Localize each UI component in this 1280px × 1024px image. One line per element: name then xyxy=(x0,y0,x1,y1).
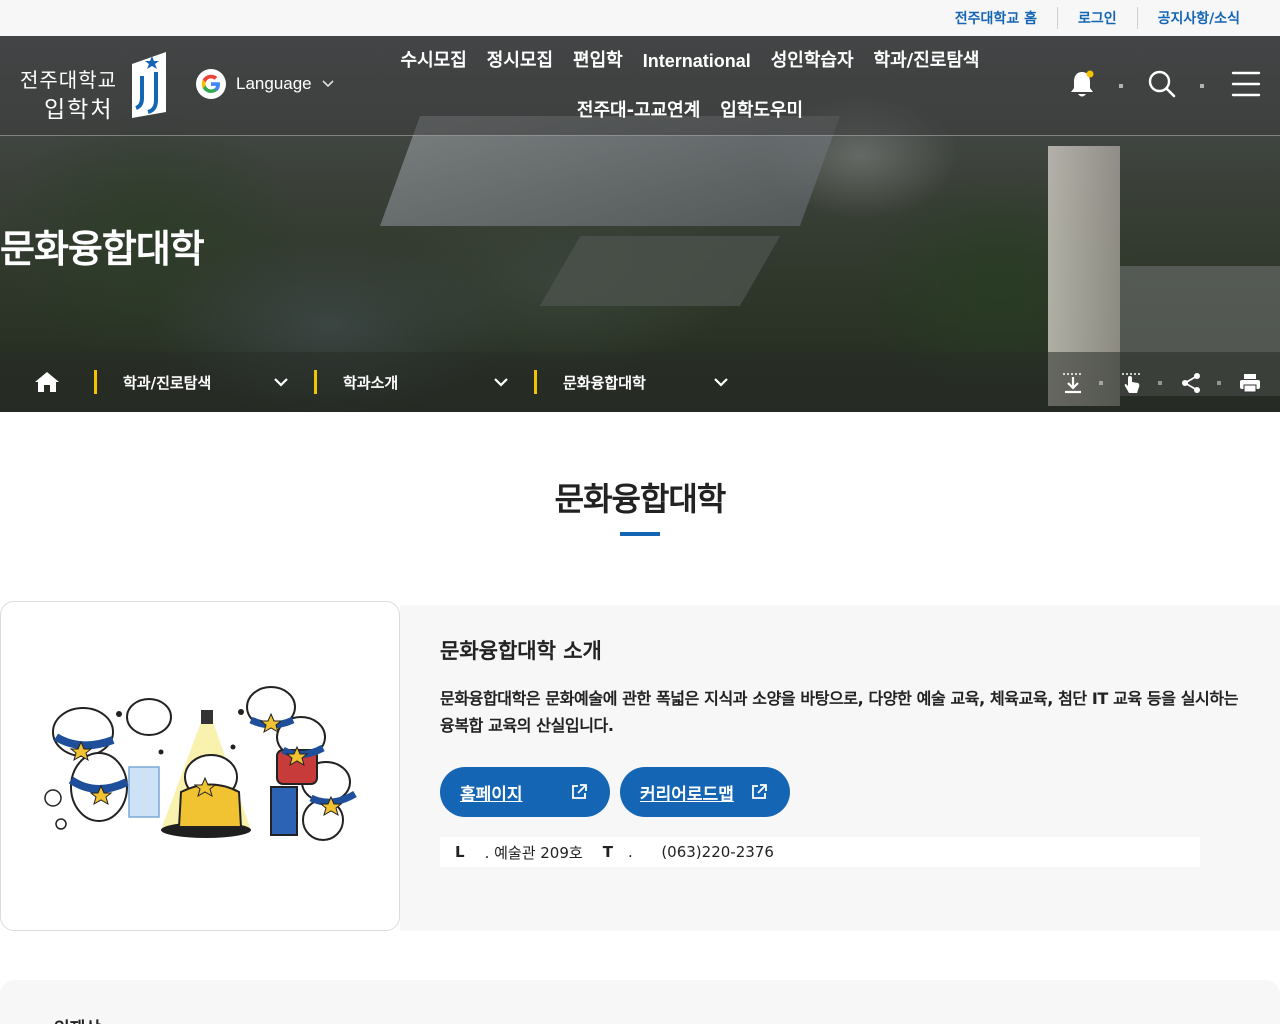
google-icon xyxy=(196,69,226,99)
external-link-icon xyxy=(752,784,767,799)
bell-icon[interactable] xyxy=(1066,66,1098,102)
breadcrumb-divider xyxy=(314,370,317,394)
logo-line-1: 전주대학교 xyxy=(20,68,117,92)
location-key: L xyxy=(455,843,465,861)
menu-transfer[interactable]: 편입학 xyxy=(573,46,623,76)
chevron-down-icon xyxy=(274,378,288,387)
breadcrumb-item-dept-intro[interactable]: 학과소개 xyxy=(314,366,509,398)
college-illustration xyxy=(0,601,400,931)
menu-adult-learner[interactable]: 성인학습자 xyxy=(771,46,854,76)
chevron-down-icon xyxy=(714,378,728,387)
hero-title: 문화융합대학 xyxy=(0,227,205,271)
divider xyxy=(1119,84,1123,88)
menu-major-explore[interactable]: 학과/진로탐색 xyxy=(874,46,980,76)
page-title: 문화융합대학 xyxy=(554,480,727,518)
breadcrumb-item-major-explore[interactable]: 학과/진로탐색 xyxy=(94,366,289,398)
breadcrumb-divider xyxy=(534,370,537,394)
divider xyxy=(1158,381,1162,385)
share-icon[interactable] xyxy=(1180,372,1202,398)
hero-banner: 전주대학교 입학처 Language 수시모집 정시모집 편입학 Interna… xyxy=(0,36,1280,412)
divider xyxy=(1099,381,1103,385)
homepage-button-label: 홈페이지 xyxy=(460,784,523,805)
contact-info: L . 예술관 209호 T . (063)220-2376 xyxy=(440,837,1200,867)
breadcrumb-item-college[interactable]: 문화융합대학 xyxy=(534,366,729,398)
print-icon[interactable] xyxy=(1239,372,1261,398)
career-roadmap-button-label: 커리어로드맵 xyxy=(640,784,734,805)
menu-international[interactable]: International xyxy=(643,46,751,76)
menu-jeongsi[interactable]: 정시모집 xyxy=(487,46,553,76)
jj-logo-icon xyxy=(132,52,166,118)
zoom-out-icon[interactable] xyxy=(1061,372,1085,398)
global-nav: 전주대학교 입학처 Language 수시모집 정시모집 편입학 Interna… xyxy=(0,36,1280,136)
login-link[interactable]: 로그인 xyxy=(1058,8,1137,28)
search-icon[interactable] xyxy=(1144,66,1180,102)
breadcrumb-label: 학과/진로탐색 xyxy=(123,373,212,392)
breadcrumb-label: 학과소개 xyxy=(343,373,399,392)
talent-section: 인재상 xyxy=(0,980,1280,1024)
breadcrumb-label: 문화융합대학 xyxy=(563,373,646,392)
home-icon[interactable] xyxy=(34,370,60,398)
hero-photo-field xyxy=(539,236,781,306)
hamburger-menu-icon[interactable] xyxy=(1228,66,1264,102)
language-selector[interactable]: Language xyxy=(196,69,334,99)
breadcrumb-bar: 학과/진로탐색 학과소개 문화융합대학 xyxy=(0,352,1280,412)
career-roadmap-button[interactable]: 커리어로드맵 xyxy=(620,767,790,817)
college-intro-panel: 문화융합대학 소개 문화융합대학은 문화예술에 관한 폭넓은 지식과 소양을 바… xyxy=(400,605,1280,931)
mascot-illustration xyxy=(44,686,357,841)
chevron-down-icon xyxy=(322,80,334,88)
menu-highschool-link[interactable]: 전주대-고교연계 xyxy=(577,96,700,126)
site-logo[interactable]: 전주대학교 입학처 xyxy=(20,50,170,123)
language-label: Language xyxy=(236,74,312,93)
location-value: . 예술관 209호 xyxy=(484,843,583,862)
tel-value: . (063)220-2376 xyxy=(627,843,774,861)
external-link-icon xyxy=(572,784,587,799)
divider xyxy=(1200,84,1204,88)
intro-title: 문화융합대학 소개 xyxy=(440,639,602,663)
homepage-button[interactable]: 홈페이지 xyxy=(440,767,610,817)
utility-bar: 전주대학교 홈 로그인 공지사항/소식 xyxy=(0,0,1280,36)
chevron-down-icon xyxy=(494,378,508,387)
touch-icon[interactable] xyxy=(1120,372,1144,398)
divider xyxy=(1217,381,1221,385)
intro-description: 문화융합대학은 문화예술에 관한 폭넓은 지식과 소양을 바탕으로, 다양한 예… xyxy=(440,689,1239,735)
tel-key: T xyxy=(602,843,613,861)
menu-susi[interactable]: 수시모집 xyxy=(401,46,467,76)
logo-line-2: 입학처 xyxy=(44,97,114,123)
jj-home-link[interactable]: 전주대학교 홈 xyxy=(935,8,1057,28)
breadcrumb-divider xyxy=(94,370,97,394)
menu-admission-help[interactable]: 입학도우미 xyxy=(720,96,803,126)
talent-section-label: 인재상 xyxy=(54,1014,101,1024)
notice-link[interactable]: 공지사항/소식 xyxy=(1138,8,1260,28)
main-menu: 수시모집 정시모집 편입학 International 성인학습자 학과/진로탐… xyxy=(380,46,1000,126)
talent-section-title: 인재상 xyxy=(40,1014,101,1024)
title-underline xyxy=(620,532,660,536)
